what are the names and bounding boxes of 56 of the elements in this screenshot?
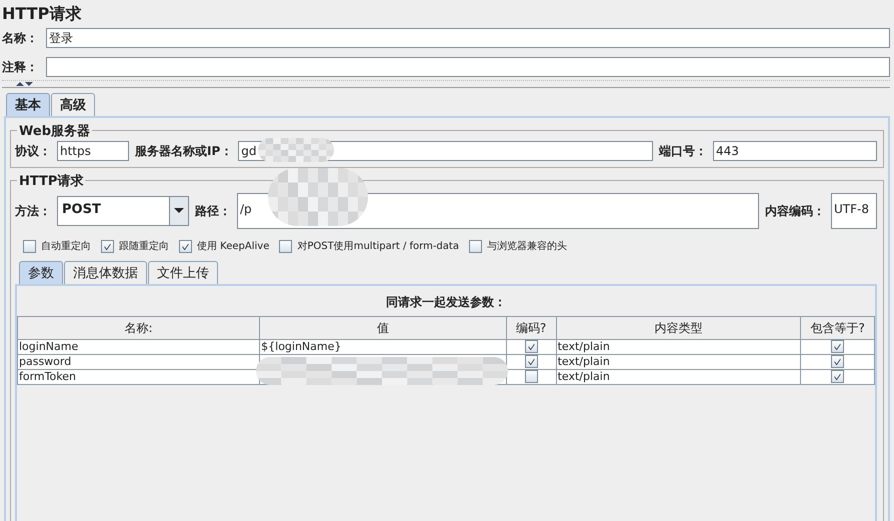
dropdown-value: POST bbox=[61, 201, 102, 219]
checkbox[interactable] bbox=[101, 240, 114, 252]
table-cell: ${loginName} bbox=[260, 340, 506, 354]
comment-field[interactable] bbox=[46, 57, 890, 77]
page-title: HTTP请求 bbox=[2, 3, 82, 25]
tab[interactable]: 参数 bbox=[19, 261, 63, 284]
checkbox[interactable] bbox=[831, 370, 844, 384]
collapse-up-icon[interactable] bbox=[16, 82, 24, 86]
checkbox[interactable] bbox=[831, 355, 844, 368]
checkbox-label: 使用 KeepAlive bbox=[197, 240, 270, 253]
table-cell: text/plain bbox=[556, 354, 801, 370]
checkmark-icon bbox=[832, 356, 844, 368]
field-label: 注释： bbox=[2, 58, 38, 76]
port-field[interactable]: 443 bbox=[713, 141, 877, 161]
checkbox[interactable] bbox=[179, 240, 192, 252]
checkbox[interactable] bbox=[279, 240, 292, 252]
field-label: 服务器名称或IP： bbox=[135, 142, 232, 160]
table-title: 同请求一起发送参数： bbox=[385, 294, 507, 311]
field-label: 方法： bbox=[15, 202, 51, 220]
checkbox[interactable] bbox=[524, 355, 538, 368]
collapse-down-icon[interactable] bbox=[25, 82, 33, 86]
field-label: 名称： bbox=[2, 30, 38, 46]
table-cell: text/plain bbox=[556, 340, 801, 354]
checkbox-label: 跟随重定向 bbox=[119, 240, 169, 253]
protocol-field[interactable]: https bbox=[57, 141, 129, 161]
table-cell: loginName bbox=[18, 340, 260, 354]
checkmark-icon bbox=[832, 371, 844, 382]
checkbox-label: 自动重定向 bbox=[41, 240, 91, 253]
tab[interactable]: 基本 bbox=[6, 93, 50, 116]
checkbox[interactable] bbox=[524, 370, 538, 384]
column-header: 值 bbox=[260, 316, 506, 340]
field-label: 路径： bbox=[195, 202, 231, 220]
column-header: 编码? bbox=[506, 316, 556, 340]
method-dropdown[interactable]: POST bbox=[57, 196, 189, 226]
tab[interactable]: 高级 bbox=[51, 93, 95, 116]
column-header: 内容类型 bbox=[556, 316, 801, 340]
field-label: 协议： bbox=[15, 142, 51, 160]
checkbox[interactable] bbox=[23, 240, 36, 252]
checkbox-label: 与浏览器兼容的头 bbox=[486, 240, 567, 253]
column-header: 包含等于? bbox=[800, 316, 874, 340]
table-cell: password bbox=[18, 354, 260, 370]
column-header: 名称: bbox=[18, 316, 260, 340]
group-title: HTTP请求 bbox=[17, 172, 86, 190]
checkbox[interactable] bbox=[831, 340, 844, 354]
checkbox-label: 对POST使用multipart / form-data bbox=[297, 240, 459, 253]
tab[interactable]: 文件上传 bbox=[148, 261, 218, 284]
checkbox[interactable] bbox=[524, 340, 538, 354]
field-label: 内容编码： bbox=[765, 202, 825, 220]
group-title: Web服务器 bbox=[17, 122, 92, 140]
name-field[interactable]: 登录 bbox=[46, 28, 890, 48]
tab[interactable]: 消息体数据 bbox=[64, 261, 147, 284]
encoding-field[interactable]: UTF-8 bbox=[831, 193, 877, 229]
checkmark-icon bbox=[526, 356, 537, 368]
checkbox[interactable] bbox=[468, 240, 482, 252]
table-cell: text/plain bbox=[556, 370, 801, 384]
field-label: 端口号： bbox=[659, 142, 707, 160]
